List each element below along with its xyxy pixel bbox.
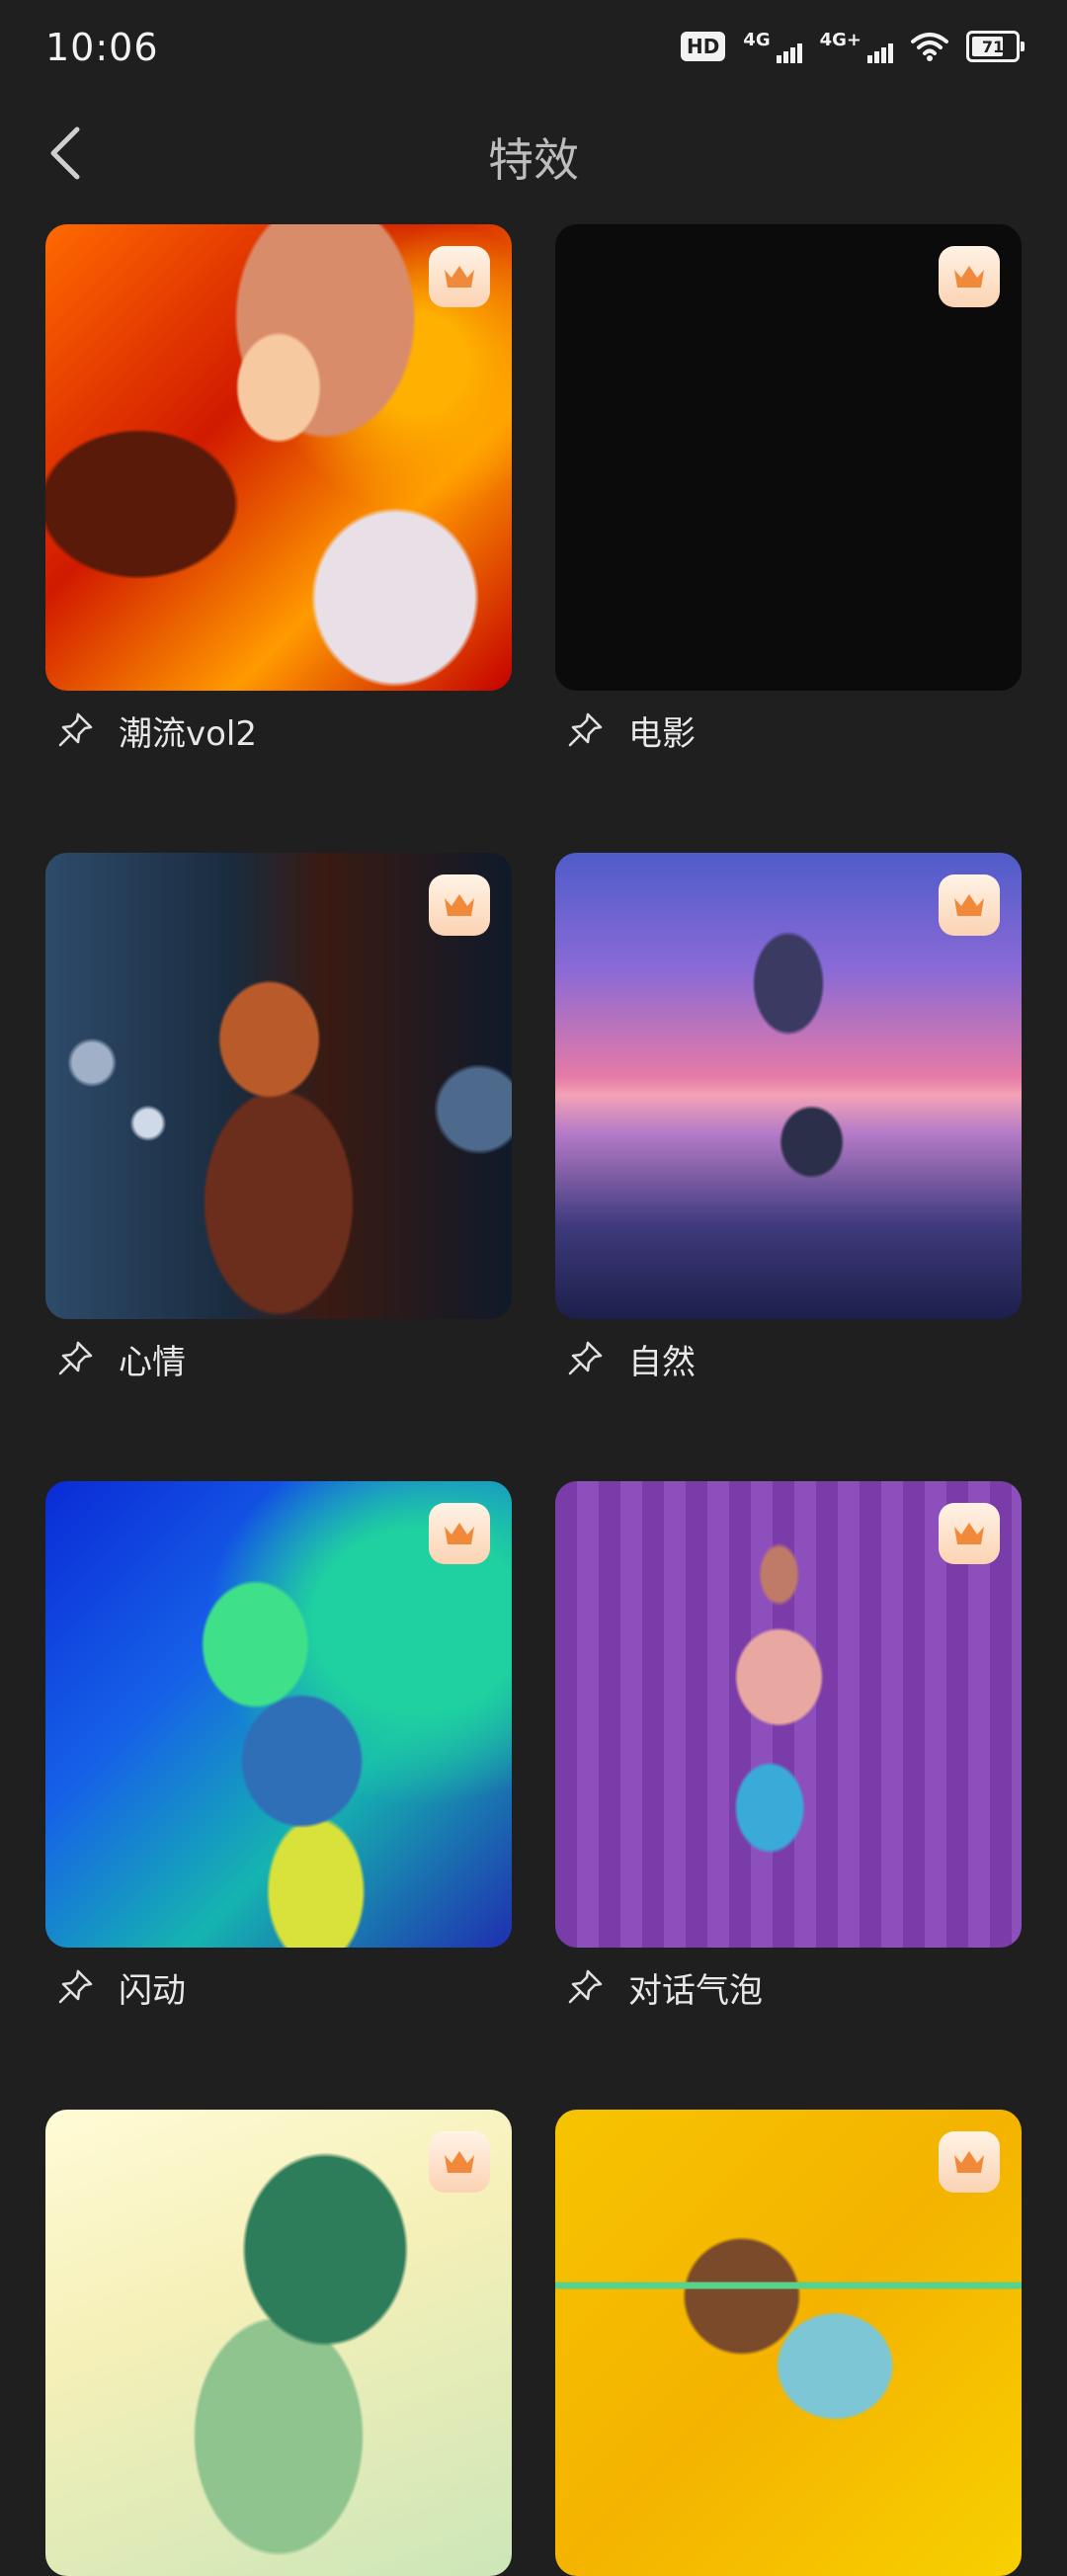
battery-icon: 71 <box>966 31 1025 62</box>
crown-icon <box>954 1523 984 1544</box>
effect-label: 对话气泡 <box>628 1970 763 2011</box>
crown-icon <box>954 266 984 288</box>
pin-icon[interactable] <box>55 710 95 750</box>
effect-label: 心情 <box>119 1342 186 1382</box>
effect-thumbnail[interactable] <box>555 1481 1022 1948</box>
effect-thumbnail[interactable] <box>555 2110 1022 2576</box>
pin-icon[interactable] <box>55 1967 95 2007</box>
effect-label: 电影 <box>628 713 696 754</box>
effect-label: 自然 <box>628 1342 696 1382</box>
sim2-network-label: 4G+ <box>819 30 862 50</box>
effect-card[interactable] <box>555 2110 1022 2576</box>
effect-caption[interactable]: 闪动 <box>45 1963 512 2011</box>
effect-card[interactable]: 电影 <box>555 224 1022 754</box>
premium-badge <box>939 2131 1000 2193</box>
pin-icon[interactable] <box>565 1339 605 1378</box>
crown-icon <box>954 2151 984 2173</box>
effect-caption[interactable]: 潮流vol2 <box>45 706 512 754</box>
hd-voice-icon: HD <box>680 32 726 61</box>
effect-thumbnail[interactable] <box>555 853 1022 1319</box>
crown-icon <box>445 1523 474 1544</box>
effect-caption[interactable]: 电影 <box>555 706 1022 754</box>
premium-badge <box>939 874 1000 936</box>
crown-icon <box>445 894 474 916</box>
effect-label: 潮流vol2 <box>119 713 258 754</box>
premium-badge <box>429 874 490 936</box>
effect-caption[interactable]: 心情 <box>45 1335 512 1382</box>
page-title: 特效 <box>488 133 579 187</box>
crown-icon <box>445 2151 474 2173</box>
premium-badge <box>939 246 1000 307</box>
effect-card[interactable] <box>45 2110 512 2576</box>
crown-icon <box>954 894 984 916</box>
pin-icon[interactable] <box>55 1339 95 1378</box>
premium-badge <box>429 246 490 307</box>
crown-icon <box>445 266 474 288</box>
effect-thumbnail[interactable] <box>45 224 512 691</box>
effect-thumbnail[interactable] <box>45 2110 512 2576</box>
effect-card[interactable]: 潮流vol2 <box>45 224 512 754</box>
effect-caption[interactable]: 对话气泡 <box>555 1963 1022 2011</box>
status-bar: 10:06 HD 4G 4G+ 71 <box>0 0 1067 99</box>
effect-thumbnail[interactable] <box>45 1481 512 1948</box>
effect-card[interactable]: 自然 <box>555 853 1022 1382</box>
effects-grid: 潮流vol2 电影 心情 自然 闪动 对话气泡 <box>45 224 1022 2576</box>
status-icons: HD 4G 4G+ 71 <box>680 30 1025 63</box>
wifi-icon <box>911 33 948 61</box>
signal-sim2-icon: 4G+ <box>820 30 893 63</box>
effect-card[interactable]: 心情 <box>45 853 512 1382</box>
premium-badge <box>939 1503 1000 1564</box>
effect-thumbnail[interactable] <box>555 224 1022 691</box>
premium-badge <box>429 2131 490 2193</box>
effect-thumbnail[interactable] <box>45 853 512 1319</box>
effect-card[interactable]: 对话气泡 <box>555 1481 1022 2011</box>
sim1-network-label: 4G <box>743 30 771 50</box>
hd-label: HD <box>680 32 726 61</box>
effect-card[interactable]: 闪动 <box>45 1481 512 2011</box>
status-time: 10:06 <box>45 26 159 69</box>
pin-icon[interactable] <box>565 710 605 750</box>
effect-label: 闪动 <box>119 1970 186 2011</box>
premium-badge <box>429 1503 490 1564</box>
pin-icon[interactable] <box>565 1967 605 2007</box>
battery-level: 71 <box>981 37 1005 56</box>
signal-sim1-icon: 4G <box>743 30 802 63</box>
effect-caption[interactable]: 自然 <box>555 1335 1022 1382</box>
